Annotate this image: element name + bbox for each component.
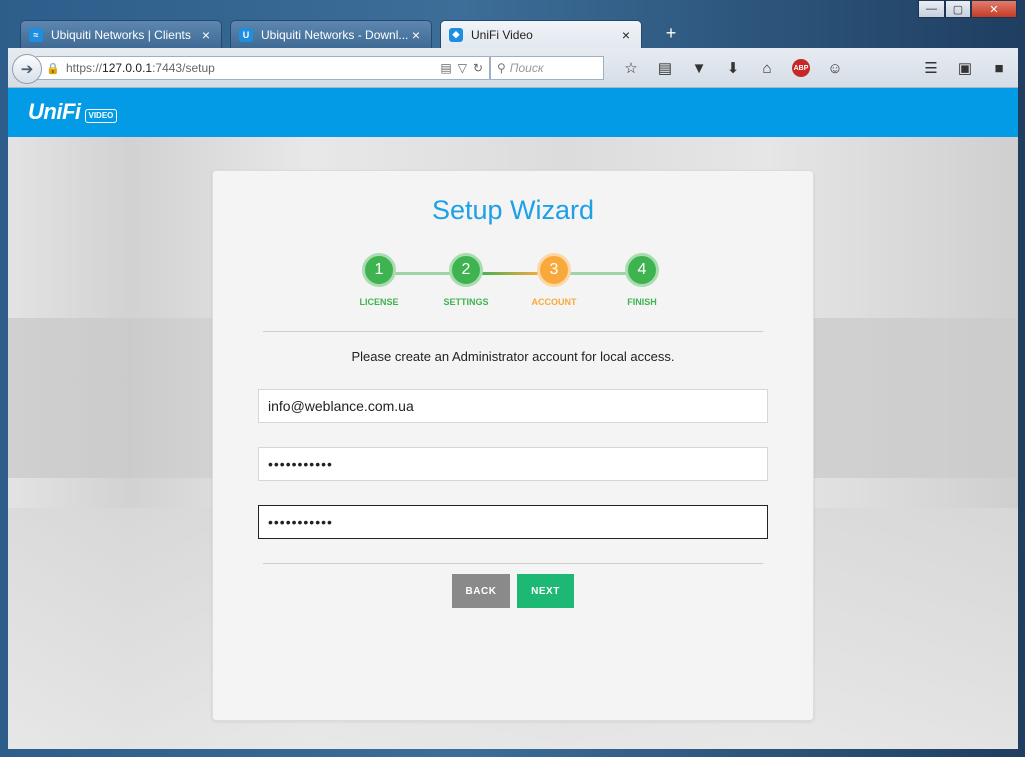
back-nav-button[interactable]: ➔ (12, 54, 42, 84)
logo-badge: VIDEO (84, 109, 118, 123)
reload-icon[interactable]: ↻ (473, 61, 483, 75)
step-number: 2 (449, 253, 483, 287)
url-path: :7443/setup (152, 61, 215, 75)
adblock-icon[interactable]: ABP (784, 56, 818, 80)
step-account: 3 ACCOUNT (514, 253, 594, 307)
step-label: LICENSE (359, 297, 399, 307)
confirm-password-field[interactable] (258, 505, 768, 539)
tab-ubiquiti-downloads[interactable]: U Ubiquiti Networks - Downl... × (230, 20, 432, 48)
tab-close-icon[interactable]: × (199, 27, 213, 43)
step-number: 1 (362, 253, 396, 287)
search-icon: ⚲ (497, 61, 506, 75)
home-icon[interactable]: ⌂ (750, 56, 784, 80)
pocket-icon[interactable]: ▼ (682, 56, 716, 80)
browser-window: — ▢ ✕ ≈ Ubiquiti Networks | Clients × U … (0, 0, 1025, 757)
tab-title: Ubiquiti Networks | Clients (51, 27, 191, 42)
tab-title: Ubiquiti Networks - Downl... (261, 27, 409, 42)
app-header: UniFi VIDEO (8, 88, 1018, 137)
instruction-text: Please create an Administrator account f… (351, 349, 675, 364)
download-icon[interactable]: ⬇ (716, 56, 750, 80)
page-viewport: UniFi VIDEO Setup Wizard 1 LICENSE 2 SET… (8, 88, 1018, 749)
page-title: Setup Wizard (431, 195, 595, 225)
back-button[interactable]: BACK (452, 574, 510, 608)
adblock-badge-icon: ABP (792, 59, 810, 77)
step-label: FINISH (627, 297, 657, 307)
step-label: SETTINGS (443, 297, 489, 307)
tab-ubiquiti-clients[interactable]: ≈ Ubiquiti Networks | Clients × (20, 20, 222, 48)
tab-title: UniFi Video (471, 27, 533, 42)
wifi-icon: ≈ (29, 27, 43, 42)
step-number: 4 (625, 253, 659, 287)
unifi-video-logo[interactable]: UniFi VIDEO (28, 99, 118, 125)
dropdown-arrow-icon[interactable]: ▽ (458, 61, 467, 75)
tab-close-icon[interactable]: × (619, 27, 633, 43)
url-bar[interactable]: 🔒 https://127.0.0.1:7443/setup ▤ ▽ ↻ (36, 56, 490, 80)
lock-icon: 🔒 (46, 62, 60, 75)
tab-unifi-video[interactable]: ◆ UniFi Video × (440, 20, 642, 48)
wizard-steps: 1 LICENSE 2 SETTINGS 3 ACCOUNT 4 FINISH (213, 253, 813, 313)
toolbar-icons: ☆ ▤ ▼ ⬇ ⌂ ABP ☺ (614, 56, 852, 80)
divider (263, 331, 763, 332)
smiley-icon[interactable]: ☺ (818, 56, 852, 80)
bookmark-star-icon[interactable]: ☆ (614, 56, 648, 80)
step-license: 1 LICENSE (339, 253, 419, 307)
step-label: ACCOUNT (531, 297, 577, 307)
divider (263, 563, 763, 564)
search-input[interactable]: ⚲ Поиск (490, 56, 604, 80)
search-placeholder: Поиск (509, 61, 544, 75)
maximize-button[interactable]: ▢ (945, 0, 971, 18)
minimize-button[interactable]: — (918, 0, 945, 18)
step-finish: 4 FINISH (602, 253, 682, 307)
menu-icon[interactable]: ☰ (920, 56, 942, 80)
extension-kaspersky-icon[interactable]: ■ (988, 56, 1010, 80)
window-controls: — ▢ ✕ (918, 0, 1017, 18)
step-number: 3 (537, 253, 571, 287)
toolbar-right: ☰ ▣ ■ (920, 56, 1010, 80)
email-field[interactable] (258, 389, 768, 423)
url-host: 127.0.0.1 (102, 61, 153, 75)
setup-wizard-card: Setup Wizard 1 LICENSE 2 SETTINGS 3 ACCO… (212, 170, 814, 721)
new-tab-button[interactable]: + (660, 21, 682, 45)
tab-close-icon[interactable]: × (409, 27, 423, 43)
next-button[interactable]: NEXT (517, 574, 574, 608)
tab-strip: ≈ Ubiquiti Networks | Clients × U Ubiqui… (8, 18, 1018, 48)
arrow-left-icon: ➔ (20, 61, 34, 78)
unifi-video-icon: ◆ (449, 27, 463, 42)
password-field[interactable] (258, 447, 768, 481)
url-scheme: https:// (66, 61, 103, 75)
step-settings: 2 SETTINGS (426, 253, 506, 307)
reader-view-icon[interactable]: ▤ (440, 61, 451, 75)
ubiquiti-logo-icon: U (239, 27, 253, 42)
logo-text: UniFi (28, 99, 81, 124)
navigation-bar: 🔒 https://127.0.0.1:7443/setup ▤ ▽ ↻ ➔ ⚲… (8, 48, 1018, 88)
extension-k-icon[interactable]: ▣ (954, 56, 976, 80)
close-window-button[interactable]: ✕ (971, 0, 1017, 18)
bookmarks-list-icon[interactable]: ▤ (648, 56, 682, 80)
